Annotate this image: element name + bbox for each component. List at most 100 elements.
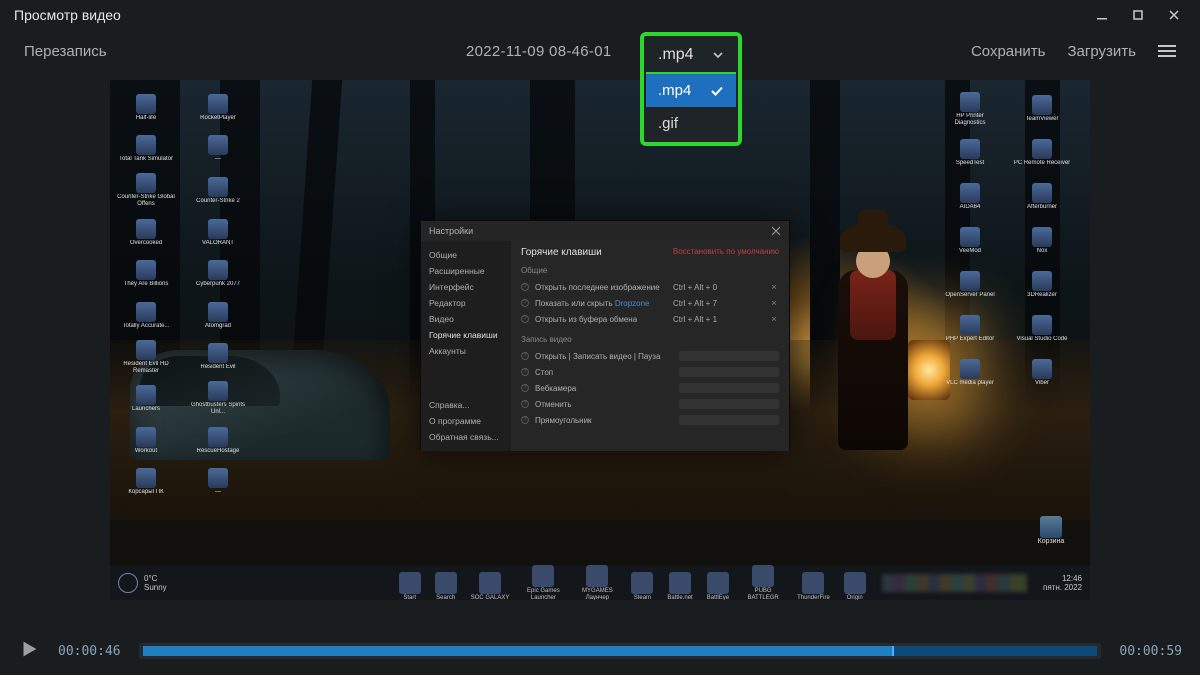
- hotkey-row[interactable]: ?Стоп: [521, 364, 779, 380]
- taskbar-app: Steam: [631, 572, 653, 601]
- help-icon[interactable]: ?: [521, 352, 529, 360]
- desktop-icon: Ghostbusters Spirits Unl...: [188, 381, 248, 417]
- help-icon[interactable]: ?: [521, 368, 529, 376]
- dialog-side-item[interactable]: Обратная связь...: [421, 429, 511, 445]
- hotkey-row[interactable]: ?Отменить: [521, 396, 779, 412]
- desktop-icon: Half-life: [116, 90, 176, 126]
- wallpaper-figure: [820, 210, 930, 510]
- playback-bar: 00:00:46 00:00:59: [0, 627, 1200, 675]
- taskbar-app: MYGAMES Лаунчер: [577, 565, 617, 601]
- desktop-icon: Cyberpunk 2077: [188, 256, 248, 292]
- hotkey-input[interactable]: [679, 399, 779, 409]
- help-icon[interactable]: ?: [521, 400, 529, 408]
- dialog-side-item[interactable]: Интерфейс: [421, 279, 511, 295]
- hotkey-row[interactable]: ?Открыть | Записать видео | Пауза: [521, 348, 779, 364]
- menu-button[interactable]: [1158, 45, 1176, 57]
- taskbar-apps: StartSearchSOC GALAXYEpic Games Launcher…: [399, 565, 866, 601]
- chevron-down-icon: [712, 49, 724, 61]
- desktop-icons-col: RocketPlayer—Counter-Strike 2VALORANTCyb…: [188, 88, 260, 500]
- format-option-mp4[interactable]: .mp4: [646, 74, 736, 107]
- dialog-side-item[interactable]: Расширенные: [421, 263, 511, 279]
- hamburger-icon: [1158, 45, 1176, 47]
- play-button[interactable]: [18, 638, 40, 665]
- desktop-icon: Viber: [1012, 354, 1072, 392]
- settings-dialog: Настройки ОбщиеРасширенныеИнтерфейсРедак…: [420, 220, 790, 450]
- help-icon[interactable]: ?: [521, 416, 529, 424]
- dialog-header: Настройки: [421, 221, 789, 241]
- upload-button[interactable]: Загрузить: [1068, 43, 1137, 60]
- video-preview[interactable]: Half-lifeTotal Tank SimulatorCounter-Str…: [110, 80, 1090, 600]
- maximize-button[interactable]: [1120, 0, 1156, 30]
- clear-hotkey-icon[interactable]: ×: [769, 282, 779, 292]
- dialog-side-item[interactable]: Горячие клавиши: [421, 327, 511, 343]
- dialog-section-title: Горячие клавиши: [521, 247, 602, 258]
- dialog-close-icon[interactable]: [771, 226, 781, 236]
- desktop-icon: Overcooked: [116, 215, 176, 251]
- hotkey-row[interactable]: ?Открыть последнее изображениеCtrl + Alt…: [521, 279, 779, 295]
- help-icon[interactable]: ?: [521, 384, 529, 392]
- dialog-side-item[interactable]: Справка...: [421, 397, 511, 413]
- desktop-icon: Visual Studio Code: [1012, 310, 1072, 348]
- dialog-side-item[interactable]: О программе: [421, 413, 511, 429]
- desktop-icon: КорсарыГПК: [116, 464, 176, 500]
- hotkey-input[interactable]: [679, 351, 779, 361]
- trash-icon: [1040, 516, 1062, 538]
- recycle-bin: Корзина: [1026, 516, 1076, 545]
- taskbar-app: BattlEye: [707, 572, 729, 601]
- desktop-icon: Nox: [1012, 222, 1072, 260]
- hotkey-section-label: Запись видео: [521, 335, 779, 344]
- close-icon: [1168, 9, 1180, 21]
- check-icon: [710, 84, 724, 98]
- hotkey-input[interactable]: [679, 383, 779, 393]
- desktop-icon: Launchers: [116, 381, 176, 417]
- desktop-icon: Counter-Strike 2: [188, 173, 248, 209]
- clear-hotkey-icon[interactable]: ×: [769, 314, 779, 324]
- reset-defaults-link[interactable]: Восстановить по умолчанию: [673, 247, 779, 258]
- desktop-icon: —: [188, 464, 248, 500]
- format-dropdown[interactable]: .mp4 .mp4 .gif: [640, 32, 742, 146]
- taskbar-app: ThunderFire: [797, 572, 830, 601]
- desktop-icon: SpeedTest: [940, 134, 1000, 172]
- desktop-icon: —: [188, 132, 248, 168]
- help-icon[interactable]: ?: [521, 299, 529, 307]
- format-options: .mp4 .gif: [646, 72, 736, 140]
- hotkey-row[interactable]: ?Открыть из буфера обменаCtrl + Alt + 1×: [521, 311, 779, 327]
- desktop-icon: PHP Expert Editor: [940, 310, 1000, 348]
- taskbar-tray-blur: [882, 574, 1027, 592]
- save-button[interactable]: Сохранить: [971, 43, 1046, 60]
- close-button[interactable]: [1156, 0, 1192, 30]
- desktop-icon: OpenServer Panel: [940, 266, 1000, 304]
- desktop-icons-col: Half-lifeTotal Tank SimulatorCounter-Str…: [116, 88, 188, 500]
- format-selected[interactable]: .mp4: [646, 38, 736, 72]
- format-option-gif[interactable]: .gif: [646, 107, 736, 140]
- desktop-icon: Resident Evil HD Remaster: [116, 340, 176, 376]
- clear-hotkey-icon[interactable]: ×: [769, 298, 779, 308]
- rerecord-button[interactable]: Перезапись: [24, 43, 107, 60]
- desktop-icon: TeamViewer: [1012, 90, 1072, 128]
- desktop-icon: They Are Billions: [116, 256, 176, 292]
- minimize-button[interactable]: [1084, 0, 1120, 30]
- taskbar-app: PUBG BATTLEGR: [743, 565, 783, 601]
- help-icon[interactable]: ?: [521, 283, 529, 291]
- help-icon[interactable]: ?: [521, 315, 529, 323]
- hotkey-row[interactable]: ?Показать или скрыть DropzoneCtrl + Alt …: [521, 295, 779, 311]
- toolbar: Перезапись 2022-11-09 08-46-01 Сохранить…: [0, 30, 1200, 72]
- format-option-label: .mp4: [658, 82, 691, 99]
- hotkey-section-label: Общие: [521, 266, 779, 275]
- format-option-label: .gif: [658, 115, 678, 132]
- dialog-side-item[interactable]: Видео: [421, 311, 511, 327]
- recycle-bin-label: Корзина: [1026, 538, 1076, 545]
- dialog-title: Настройки: [429, 226, 473, 236]
- hotkey-input[interactable]: [679, 367, 779, 377]
- dialog-side-item[interactable]: Общие: [421, 247, 511, 263]
- hotkey-input[interactable]: [679, 415, 779, 425]
- desktop-icon: VeeMod: [940, 222, 1000, 260]
- hotkey-row[interactable]: ?Прямоугольник: [521, 412, 779, 428]
- format-selected-label: .mp4: [658, 46, 694, 64]
- hotkey-row[interactable]: ?Вебкамера: [521, 380, 779, 396]
- seek-track[interactable]: [139, 643, 1102, 659]
- dialog-side-item[interactable]: Редактор: [421, 295, 511, 311]
- dialog-side-item[interactable]: Аккаунты: [421, 343, 511, 359]
- titlebar: Просмотр видео: [0, 0, 1200, 30]
- filename-timestamp: 2022-11-09 08-46-01: [127, 43, 951, 60]
